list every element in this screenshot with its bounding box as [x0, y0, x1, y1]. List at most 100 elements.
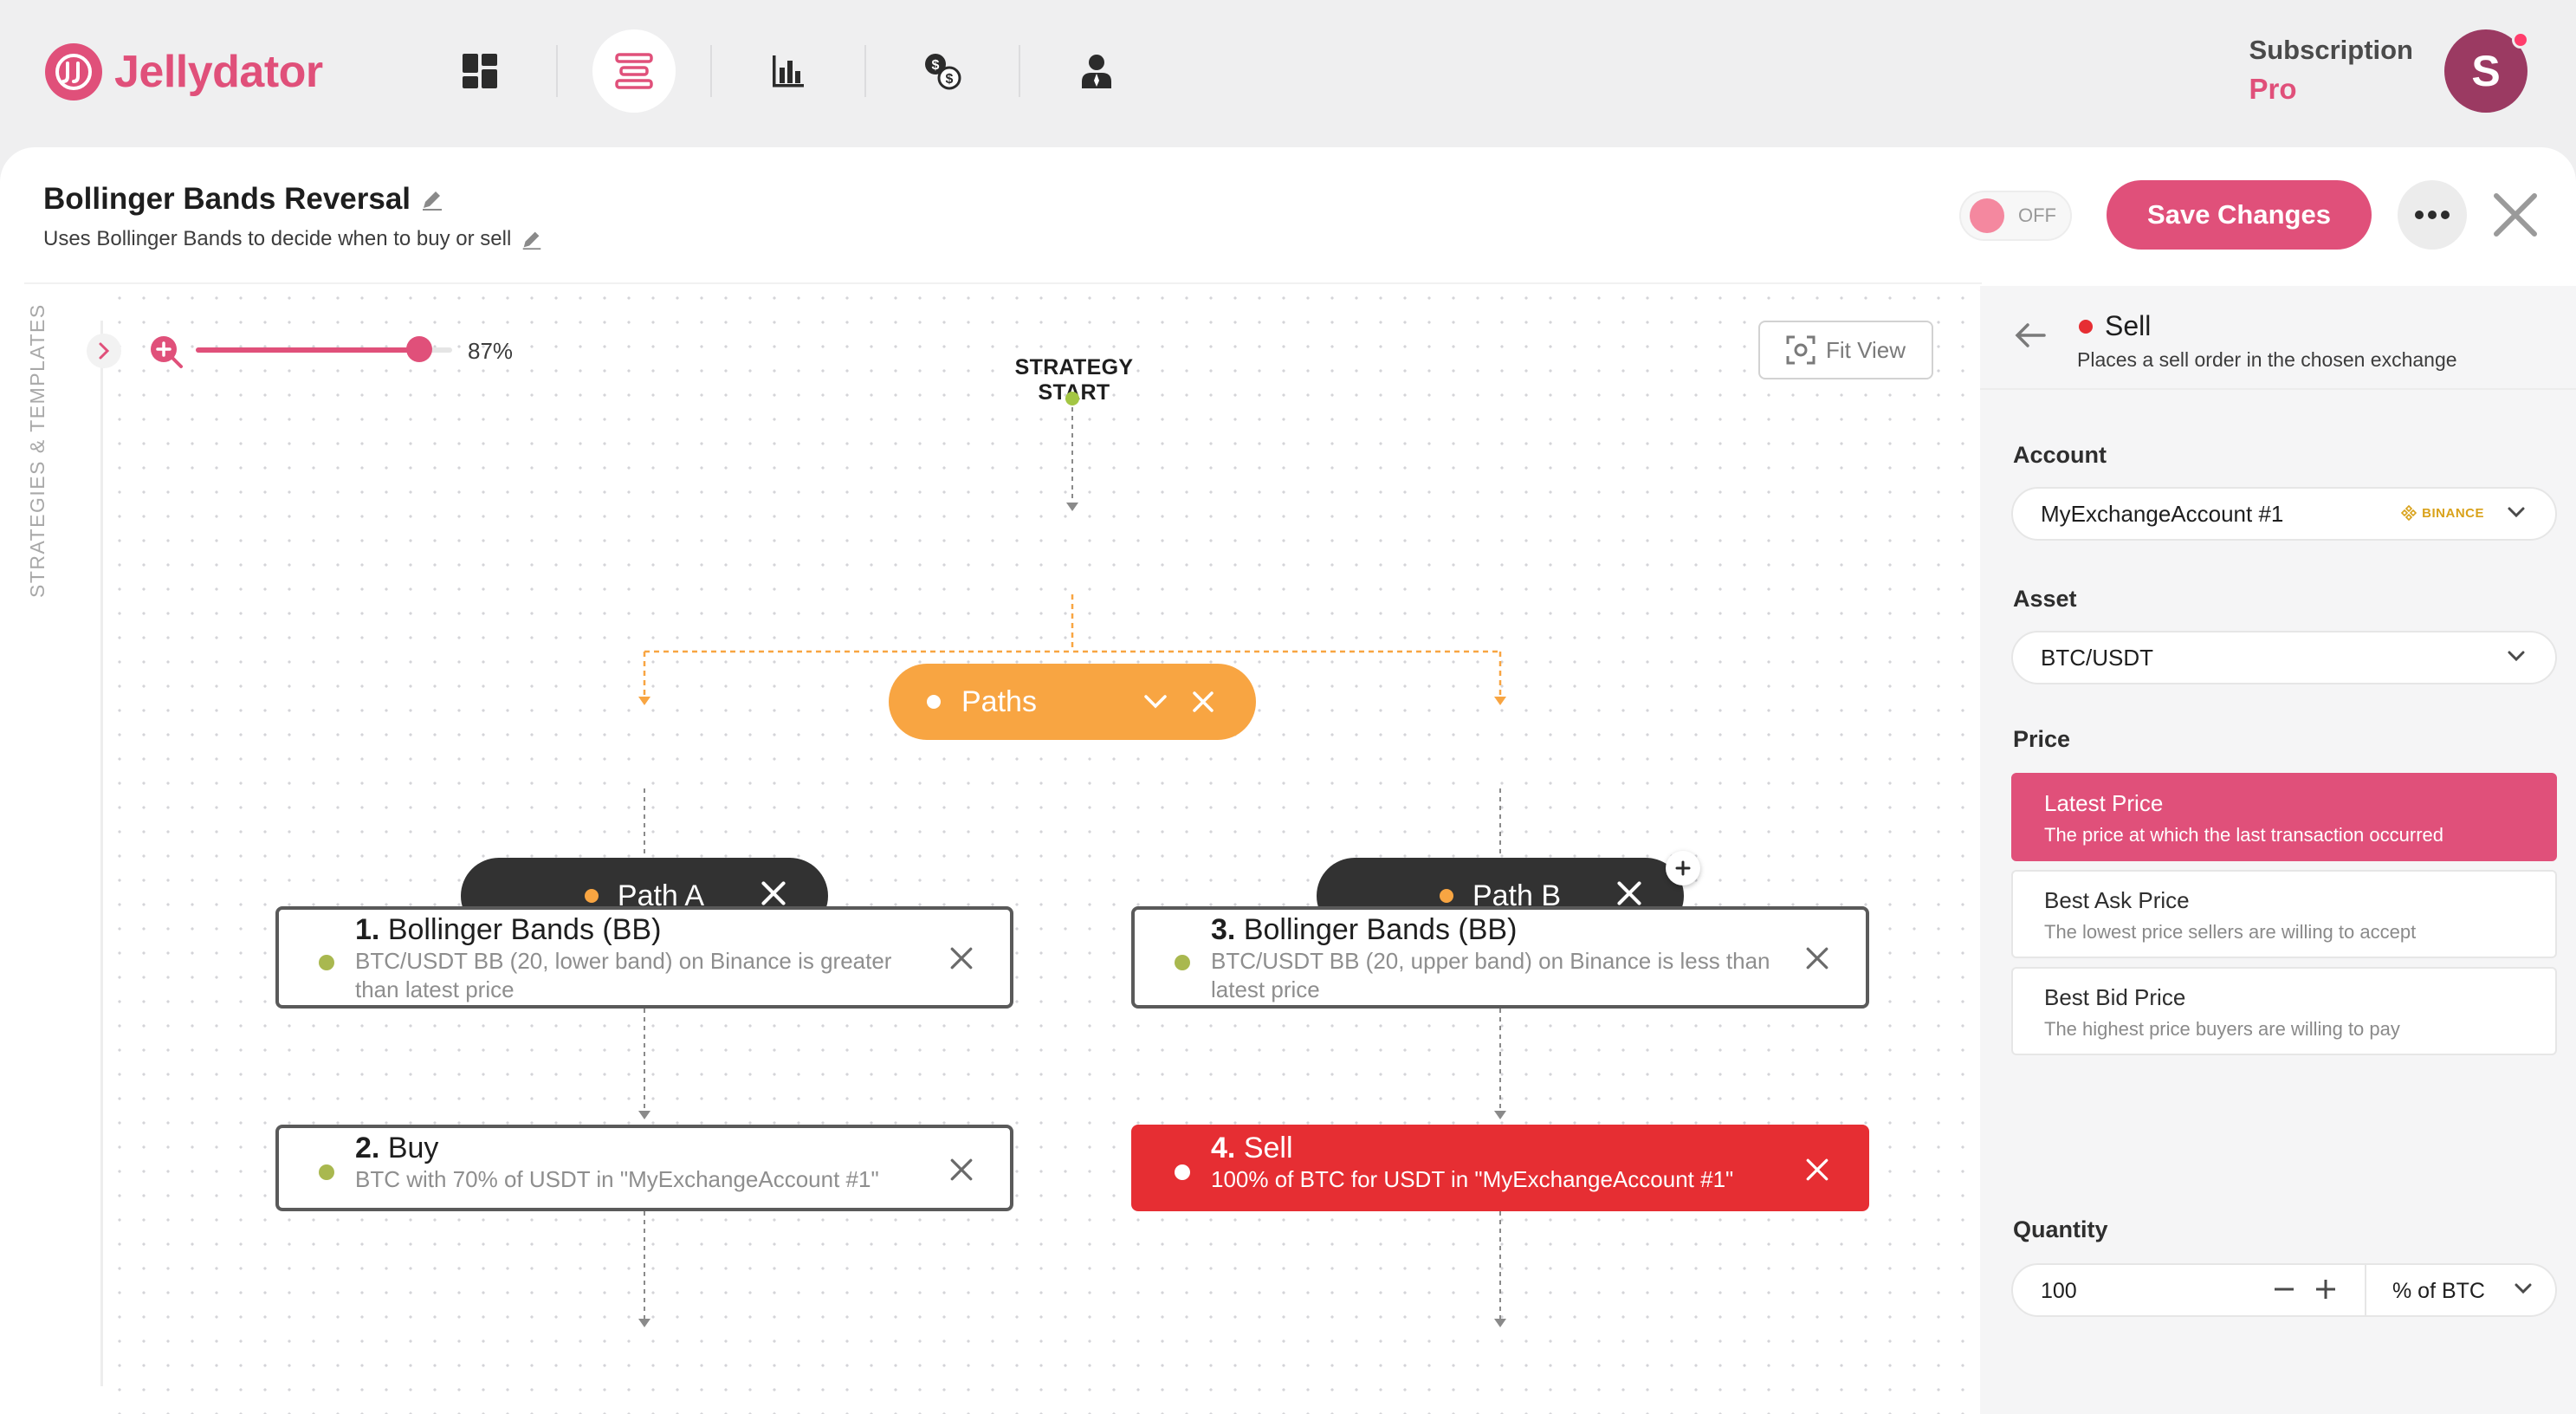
plus-icon[interactable] — [2314, 1274, 2337, 1305]
arrow-start — [1066, 503, 1078, 511]
panel-subtitle: Places a sell order in the chosen exchan… — [2077, 348, 2457, 371]
step-title: 3. Bollinger Bands (BB) — [1211, 913, 1518, 946]
nav-dashboard[interactable] — [438, 29, 521, 113]
more-icon — [2415, 211, 2450, 219]
step-status-dot — [1175, 955, 1190, 970]
nav-exchange[interactable]: $ $ — [901, 29, 984, 113]
more-options-button[interactable] — [2398, 180, 2467, 250]
subscription-label: Subscription — [2249, 35, 2413, 65]
logo-icon — [45, 43, 102, 101]
arrow-path-b — [1494, 697, 1506, 705]
svg-text:$: $ — [946, 72, 954, 87]
avatar[interactable]: S — [2444, 29, 2529, 113]
quantity-input[interactable]: 100 — [2041, 1279, 2077, 1304]
currency-exchange-icon: $ $ — [925, 54, 961, 90]
price-option-description: The highest price buyers are willing to … — [2044, 1018, 2400, 1040]
step-node-3[interactable]: 3. Bollinger Bands (BB) BTC/USDT BB (20,… — [1131, 906, 1869, 1009]
chevron-down-icon — [2508, 507, 2525, 518]
nav-strategies[interactable] — [592, 29, 676, 113]
arrow-a3 — [638, 1319, 650, 1327]
plus-icon — [1675, 860, 1691, 876]
step-status-dot — [319, 1164, 334, 1180]
strategy-icon — [615, 53, 653, 89]
remove-paths-icon[interactable] — [1192, 691, 1214, 713]
start-point — [1065, 392, 1079, 405]
nav-charts[interactable] — [747, 29, 830, 113]
nav-account[interactable] — [1055, 29, 1138, 113]
flow-connectors — [638, 392, 1506, 1327]
quantity-stepper — [2273, 1274, 2337, 1305]
remove-path-a-icon[interactable] — [761, 880, 786, 906]
nav-divider — [556, 45, 558, 97]
binance-icon — [2401, 505, 2417, 521]
save-button[interactable]: Save Changes — [2107, 180, 2372, 250]
account-label: Account — [2013, 442, 2107, 468]
add-path-button[interactable] — [1666, 851, 1700, 885]
asset-label: Asset — [2013, 586, 2077, 612]
user-icon — [1082, 55, 1111, 88]
paths-dot — [927, 695, 941, 709]
avatar-initial: S — [2471, 47, 2501, 95]
step-description: BTC with 70% of USDT in "MyExchangeAccou… — [355, 1166, 879, 1192]
dashboard-icon — [463, 54, 497, 88]
step-node-4[interactable]: 4. Sell 100% of BTC for USDT in "MyExcha… — [1131, 1125, 1869, 1211]
asset-value: BTC/USDT — [2041, 644, 2153, 671]
step-description: BTC/USDT BB (20, lower band) on Binance … — [355, 948, 892, 1002]
binance-label: BINANCE — [2422, 505, 2484, 521]
price-option-description: The lowest price sellers are willing to … — [2044, 921, 2417, 943]
logo[interactable]: Jellydator — [45, 43, 323, 101]
price-option-latest[interactable]: Latest Price The price at which the last… — [2011, 773, 2557, 861]
nav-divider — [1019, 45, 1020, 97]
account-value: MyExchangeAccount #1 — [2041, 500, 2284, 527]
close-icon — [2494, 193, 2537, 237]
nav-divider — [710, 45, 712, 97]
chevron-down-icon[interactable] — [1143, 694, 1168, 710]
price-option-best-bid[interactable]: Best Bid Price The highest price buyers … — [2011, 967, 2557, 1055]
step-description: 100% of BTC for USDT in "MyExchangeAccou… — [1211, 1166, 1734, 1192]
remove-step-icon[interactable] — [949, 946, 974, 970]
path-a-dot — [584, 889, 599, 903]
subscription[interactable]: Subscription Pro — [2249, 35, 2413, 106]
price-label: Price — [2013, 726, 2071, 752]
remove-step-icon[interactable] — [1805, 946, 1829, 970]
step-node-2[interactable]: 2. Buy BTC with 70% of USDT in "MyExchan… — [275, 1125, 1013, 1211]
price-option-best-ask[interactable]: Best Ask Price The lowest price sellers … — [2011, 870, 2557, 958]
binance-badge: BINANCE — [2401, 505, 2484, 521]
account-select[interactable]: MyExchangeAccount #1 BINANCE — [2011, 487, 2557, 541]
panel-title: Sell — [2079, 310, 2151, 342]
strategy-editor: Bollinger Bands Reversal Uses Bollinger … — [0, 147, 2576, 1414]
price-option-title: Best Ask Price — [2044, 887, 2190, 913]
bar-chart-icon — [773, 55, 804, 88]
remove-step-icon[interactable] — [1805, 1158, 1829, 1182]
app-name: Jellydator — [114, 47, 323, 97]
step-status-dot — [319, 955, 334, 970]
quantity-unit-select[interactable]: % of BTC — [2392, 1279, 2485, 1304]
asset-select[interactable]: BTC/USDT — [2011, 631, 2557, 684]
paths-node[interactable]: Paths — [889, 664, 1256, 740]
remove-path-b-icon[interactable] — [1616, 880, 1642, 906]
minus-icon[interactable] — [2273, 1274, 2295, 1305]
sell-status-dot — [2079, 319, 2093, 334]
close-editor-button[interactable] — [2491, 191, 2540, 239]
remove-step-icon[interactable] — [949, 1158, 974, 1182]
paths-label: Paths — [961, 684, 1037, 718]
arrow-b2 — [1494, 1111, 1506, 1119]
step-settings-panel: Sell Places a sell order in the chosen e… — [1980, 286, 2576, 1414]
quantity-label: Quantity — [2013, 1216, 2108, 1242]
step-node-1[interactable]: 1. Bollinger Bands (BB) BTC/USDT BB (20,… — [275, 906, 1013, 1009]
path-b-dot — [1439, 889, 1453, 903]
price-option-description: The price at which the last transaction … — [2044, 824, 2444, 846]
svg-text:$: $ — [932, 58, 940, 73]
chevron-down-icon — [2508, 651, 2525, 662]
step-description: BTC/USDT BB (20, upper band) on Binance … — [1211, 948, 1770, 1002]
back-arrow-icon[interactable] — [2015, 322, 2046, 348]
quantity-divider — [2365, 1265, 2366, 1315]
subscription-plan: Pro — [2249, 73, 2297, 105]
panel-divider — [1980, 388, 2576, 390]
panel-title-text: Sell — [2105, 310, 2152, 341]
top-bar: Jellydator $ $ Subscription Pro S — [0, 0, 2576, 147]
step-title: 4. Sell — [1211, 1132, 1293, 1164]
step-title: 1. Bollinger Bands (BB) — [355, 913, 662, 946]
chevron-down-icon — [2515, 1283, 2532, 1294]
price-option-title: Best Bid Price — [2044, 984, 2186, 1010]
